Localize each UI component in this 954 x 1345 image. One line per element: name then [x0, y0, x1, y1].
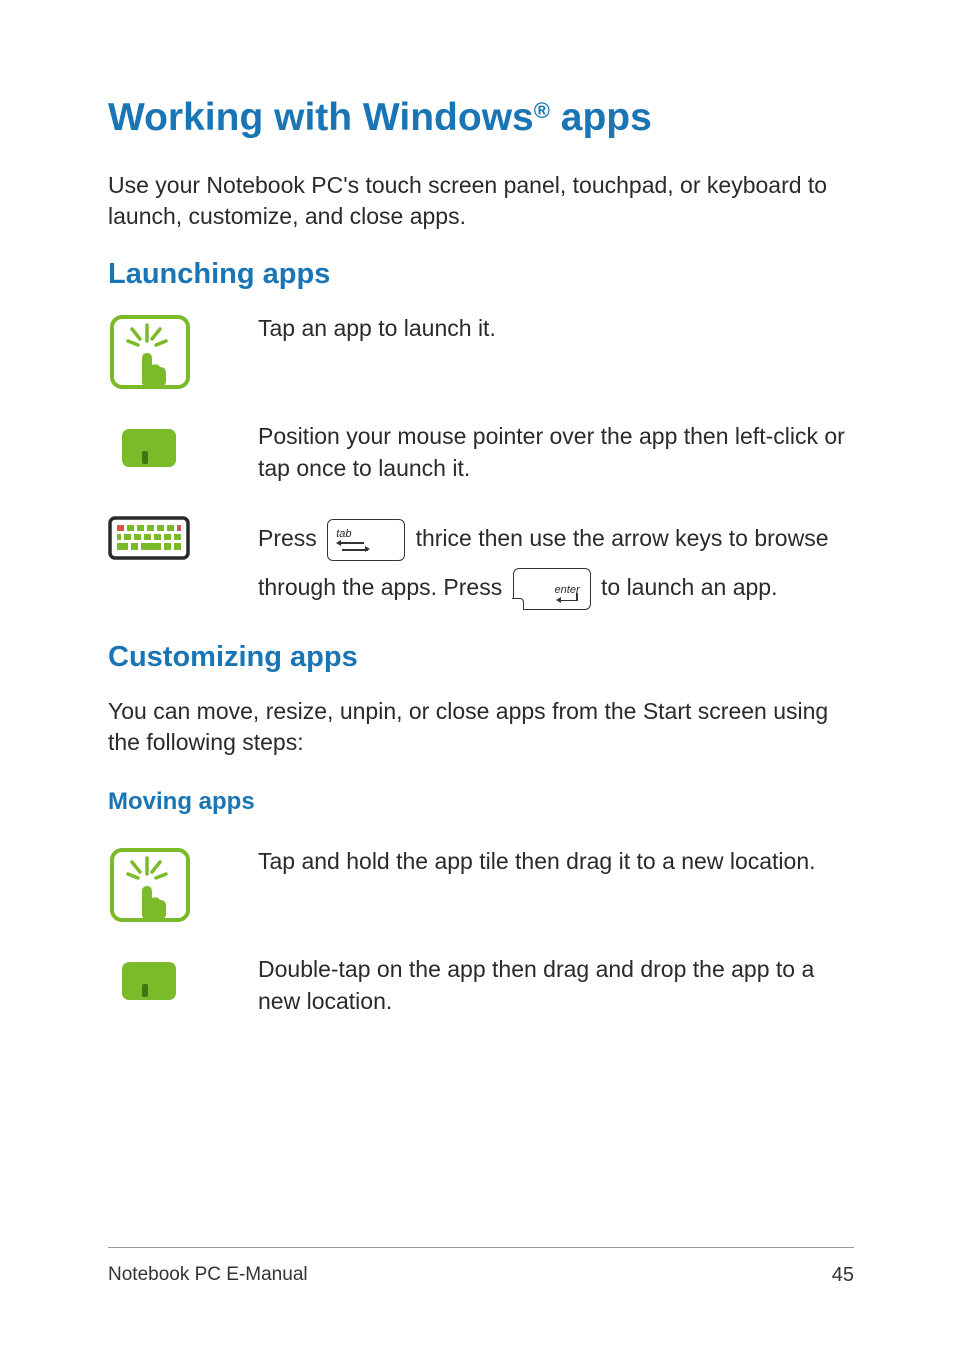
- launching-touch-row: Tap an app to launch it.: [108, 313, 854, 391]
- touchpad-icon: [120, 960, 178, 1002]
- page-footer: Notebook PC E-Manual 45: [108, 1247, 854, 1287]
- moving-touchpad-text: Double-tap on the app then drag and drop…: [258, 954, 854, 1017]
- title-reg: ®: [534, 98, 550, 123]
- touch-screen-icon: [108, 846, 192, 924]
- touch-screen-icon: [108, 313, 192, 391]
- title-post: apps: [550, 96, 652, 139]
- intro-text: Use your Notebook PC's touch screen pane…: [108, 170, 854, 232]
- customizing-intro-text: You can move, resize, unpin, or close ap…: [108, 696, 854, 758]
- launching-keyboard-text: Press tab thrice then use the arrow keys…: [258, 514, 854, 611]
- moving-touch-text: Tap and hold the app tile then drag it t…: [258, 846, 854, 878]
- moving-touchpad-row: Double-tap on the app then drag and drop…: [108, 954, 854, 1017]
- launching-touch-text: Tap an app to launch it.: [258, 313, 854, 345]
- footer-label: Notebook PC E-Manual: [108, 1264, 308, 1287]
- page-number: 45: [832, 1264, 854, 1287]
- launching-touchpad-text: Position your mouse pointer over the app…: [258, 421, 854, 484]
- tab-key-icon: tab: [327, 519, 405, 561]
- page-title: Working with Windows® apps: [108, 95, 854, 142]
- kbd-post: to launch an app.: [595, 574, 778, 600]
- kbd-pre: Press: [258, 525, 323, 551]
- touchpad-icon: [120, 427, 178, 469]
- keyboard-icon: [108, 516, 190, 560]
- enter-key-icon: enter: [513, 568, 591, 610]
- moving-touch-row: Tap and hold the app tile then drag it t…: [108, 846, 854, 924]
- launching-apps-heading: Launching apps: [108, 258, 854, 291]
- title-pre: Working with Windows: [108, 96, 534, 139]
- launching-touchpad-row: Position your mouse pointer over the app…: [108, 421, 854, 484]
- moving-apps-heading: Moving apps: [108, 788, 854, 816]
- customizing-apps-heading: Customizing apps: [108, 641, 854, 674]
- launching-keyboard-row: Press tab thrice then use the arrow keys…: [108, 514, 854, 611]
